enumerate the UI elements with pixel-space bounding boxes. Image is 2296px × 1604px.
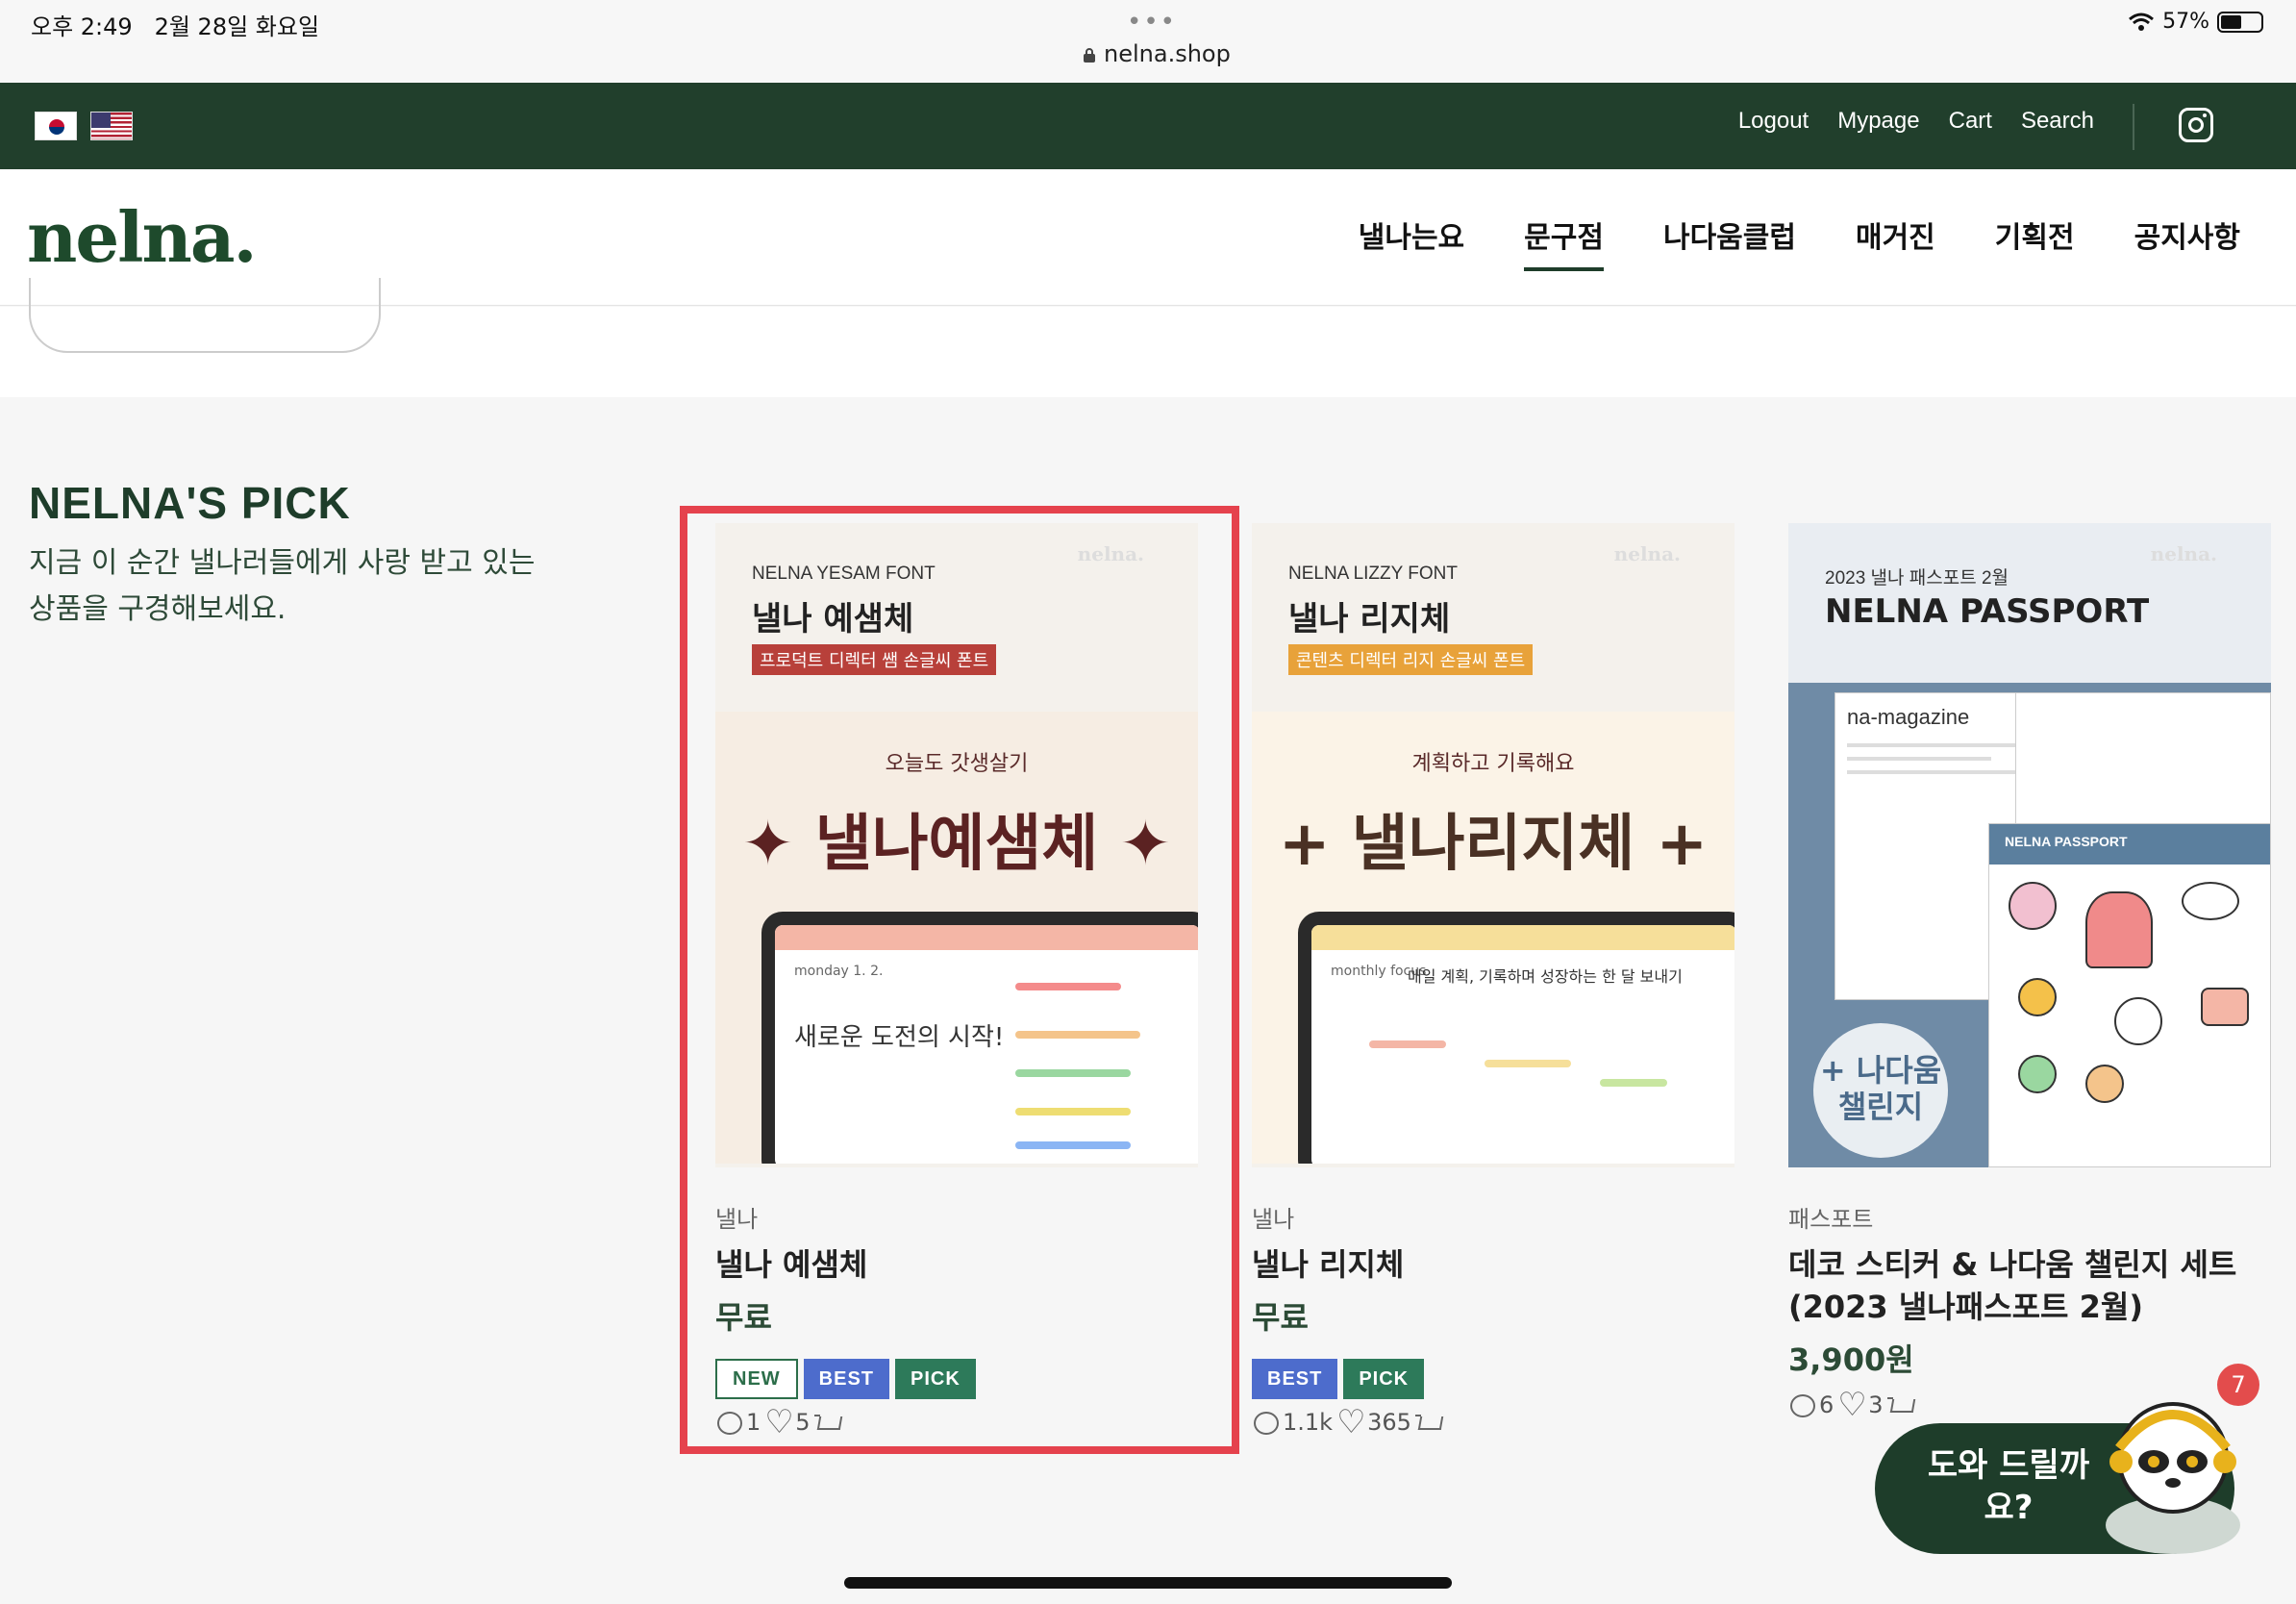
search-link[interactable]: Search	[2021, 108, 2094, 135]
passport-book: NELNA PASSPORT	[1988, 823, 2271, 1167]
us-flag-icon[interactable]	[90, 112, 133, 140]
nav-item-notice[interactable]: 공지사항	[2134, 213, 2240, 269]
passport-header: NELNA PASSPORT	[1989, 824, 2270, 865]
status-bar: 오후 2:49 2월 28일 화요일 ••• nelna.shop 57%	[0, 0, 2296, 83]
product-price: 3,900원	[1788, 1341, 1914, 1378]
top-utility-bar: Logout Mypage Cart Search	[0, 83, 2296, 169]
nav-item-about[interactable]: 낼나는요	[1359, 213, 1464, 269]
content-top-area	[0, 278, 2296, 397]
promo-caption: 계획하고 기록해요	[1411, 752, 1575, 776]
comment-icon	[1788, 1391, 1815, 1418]
nav-item-magazine[interactable]: 매거진	[1856, 213, 1935, 269]
product-card[interactable]: nelna. 2023 낼나 패스포트 2월 NELNA PASSPORT na…	[1788, 523, 2271, 1424]
nav-item-club[interactable]: 나다움클럽	[1663, 213, 1796, 269]
nav-item-exhibition[interactable]: 기획전	[1995, 213, 2075, 269]
site-logo[interactable]: nelna.	[27, 196, 258, 278]
like-count: 3	[1868, 1391, 1884, 1418]
product-card[interactable]: nelna. NELNA LIZZY FONT 낼나 리지체 콘텐츠 디렉터 리…	[1252, 523, 1734, 1441]
battery-icon	[2217, 11, 2263, 33]
product-name[interactable]: 데코 스티커 & 나다움 챌린지 세트 (2023 낼나패스포트 2월)	[1788, 1243, 2271, 1328]
selection-highlight	[680, 506, 1239, 1454]
cart-icon[interactable]	[1414, 1409, 1442, 1436]
heart-icon[interactable]	[1336, 1403, 1365, 1441]
product-brand: 낼나	[1252, 1206, 1295, 1233]
tablet-handwriting: 매일 계획, 기록하며 성장하는 한 달 보내기	[1408, 967, 1683, 986]
logout-link[interactable]: Logout	[1738, 108, 1809, 135]
image-subtitle: NELNA LIZZY FONT	[1288, 564, 1458, 584]
status-time: 오후 2:49 2월 28일 화요일	[31, 13, 320, 40]
badge-list: BEST PICK	[1252, 1359, 1734, 1399]
like-count: 365	[1367, 1409, 1411, 1436]
cart-icon[interactable]	[1886, 1391, 1914, 1418]
korean-flag-icon[interactable]	[35, 112, 77, 140]
image-tag: 콘텐츠 디렉터 리지 손글씨 폰트	[1288, 644, 1534, 675]
section-title: NELNA'S PICK	[29, 478, 351, 528]
more-dots-icon[interactable]: •••	[1127, 8, 1177, 37]
mascot-icon[interactable]	[2077, 1381, 2250, 1554]
more-button-partial[interactable]	[29, 278, 381, 353]
comment-count: 1.1k	[1283, 1409, 1334, 1436]
section-subtitle: 지금 이 순간 낼나러들에게 사랑 받고 있는 상품을 구경해보세요.	[29, 546, 536, 626]
wifi-icon	[2129, 13, 2155, 31]
product-name[interactable]: 낼나 리지체	[1252, 1243, 1734, 1286]
chat-unread-badge[interactable]: 7	[2217, 1364, 2259, 1406]
heart-icon[interactable]	[1837, 1386, 1866, 1424]
image-subtitle: 2023 낼나 패스포트 2월	[1825, 568, 2009, 589]
promo-name: + 낼나리지체 +	[1278, 809, 1709, 880]
promo-visual: 계획하고 기록해요 + 낼나리지체 + monthly focus 매일 계획,…	[1252, 712, 1734, 1164]
best-badge: BEST	[1252, 1359, 1338, 1399]
cart-link[interactable]: Cart	[1949, 108, 1992, 135]
image-brand-mark: nelna.	[1613, 542, 1681, 565]
pick-badge: PICK	[1343, 1359, 1425, 1399]
lock-icon	[1084, 48, 1095, 63]
top-links: Logout Mypage Cart Search	[1738, 108, 2094, 135]
challenge-badge: + 나다움 챌린지	[1813, 1023, 1948, 1158]
instagram-icon[interactable]	[2179, 108, 2213, 142]
comment-count: 6	[1819, 1391, 1834, 1418]
product-brand: 패스포트	[1788, 1206, 1874, 1233]
comment-icon	[1252, 1409, 1279, 1436]
chat-label: 도와 드릴까요?	[1927, 1446, 2090, 1527]
image-title: NELNA PASSPORT	[1825, 592, 2150, 631]
battery-percent: 57%	[2162, 10, 2209, 34]
product-price: 무료	[1252, 1299, 1309, 1336]
image-title: 낼나 리지체	[1288, 600, 1451, 639]
status-indicators: 57%	[2128, 10, 2263, 34]
address-bar[interactable]: nelna.shop	[1083, 40, 1231, 67]
nav-item-stationery[interactable]: 문구점	[1524, 213, 1604, 271]
tablet-mockup: monthly focus 매일 계획, 기록하며 성장하는 한 달 보내기	[1298, 912, 1734, 1164]
mypage-link[interactable]: Mypage	[1837, 108, 1919, 135]
product-image[interactable]: nelna. NELNA LIZZY FONT 낼나 리지체 콘텐츠 디렉터 리…	[1252, 523, 1734, 1167]
divider	[2133, 104, 2134, 150]
home-indicator[interactable]	[844, 1577, 1452, 1589]
image-brand-mark: nelna.	[2150, 542, 2217, 565]
product-image[interactable]: nelna. 2023 낼나 패스포트 2월 NELNA PASSPORT na…	[1788, 523, 2271, 1167]
product-stats: 1.1k 365	[1252, 1403, 1734, 1441]
main-nav: 낼나는요 문구점 나다움클럽 매거진 기획전 공지사항	[1359, 213, 2240, 271]
